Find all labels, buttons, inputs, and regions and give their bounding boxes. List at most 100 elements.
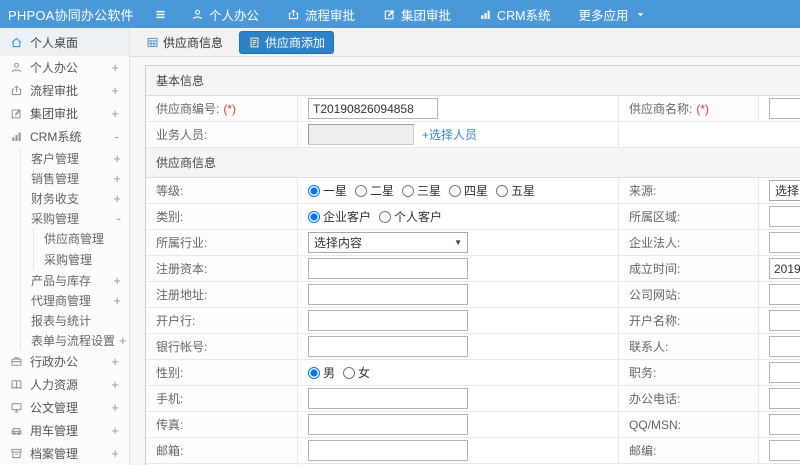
sidebar-item-5-6[interactable]: 代理商管理 + — [21, 290, 129, 310]
gender-radio-input-2[interactable] — [343, 366, 356, 379]
sidebar-item-5-5[interactable]: 产品与库存 + — [21, 270, 129, 290]
sidebar-item-3[interactable]: 流程审批 + — [0, 79, 129, 102]
registered-capital-field-cell — [297, 256, 618, 281]
sidebar-item-6[interactable]: 行政办公 + — [0, 350, 129, 373]
sidebar-item-label: 采购管理 — [44, 253, 93, 267]
field-label-text: 所属行业: — [156, 236, 208, 250]
gender-radio-input-1[interactable] — [308, 366, 320, 379]
topnav-item-1[interactable]: 个人办公 — [191, 5, 259, 24]
sidebar-item-label: 产品与库存 — [31, 273, 92, 288]
select-person-link[interactable]: +选择人员 — [422, 126, 477, 143]
zip-code-field-cell — [758, 438, 800, 463]
position-input[interactable] — [769, 362, 800, 383]
form-row: 邮箱: 邮编: — [146, 438, 800, 464]
category-radio-option-2[interactable]: 个人客户 — [379, 208, 442, 225]
sidebar-item-5-1[interactable]: 客户管理 + — [21, 148, 129, 168]
topnav-item-2[interactable]: 流程审批 — [287, 5, 355, 24]
sidebar-item-label: 个人办公 — [30, 61, 79, 75]
collapse-minus-icon: - — [116, 210, 121, 226]
field-label-text: 传真: — [156, 418, 184, 432]
sidebar-item-5-4-1[interactable]: 供应商管理 — [34, 228, 129, 249]
expand-plus-icon: + — [113, 272, 121, 288]
sidebar-item-10[interactable]: 档案管理 + — [0, 442, 129, 465]
sidebar-item-5-4-2[interactable]: 采购管理 — [34, 249, 129, 270]
gender-field-cell: 男女 — [297, 360, 618, 385]
bank-input[interactable] — [308, 310, 468, 331]
level-radio-input-4[interactable] — [449, 184, 462, 197]
level-radio-input-3[interactable] — [402, 184, 415, 197]
category-radio-input-2[interactable] — [379, 210, 392, 223]
mobile-input[interactable] — [308, 388, 468, 409]
sidebar-item-5-7[interactable]: 报表与统计 — [21, 310, 129, 330]
monitor-icon — [10, 401, 23, 414]
business-staff-label: 业务人员: — [146, 122, 297, 147]
expand-plus-icon: + — [113, 190, 121, 206]
office-phone-input[interactable] — [769, 388, 800, 409]
sidebar-item-5-3[interactable]: 财务收支 + — [21, 188, 129, 208]
tab-2[interactable]: 供应商添加 — [239, 30, 335, 54]
sidebar-toggle-button[interactable] — [154, 8, 167, 21]
level-radio-input-1[interactable] — [308, 184, 320, 197]
zip-code-input[interactable] — [769, 440, 800, 461]
mobile-label: 手机: — [146, 386, 297, 411]
gender-radio-option-1[interactable]: 男 — [308, 364, 335, 381]
sidebar-item-label: 集团审批 — [30, 107, 79, 121]
category-radio-option-1[interactable]: 企业客户 — [308, 208, 371, 225]
sidebar-item-9[interactable]: 用车管理 + — [0, 419, 129, 442]
sidebar-item-4[interactable]: 集团审批 + — [0, 102, 129, 125]
level-radio-option-2[interactable]: 二星 — [355, 182, 394, 199]
category-radio-input-1[interactable] — [308, 210, 320, 223]
sidebar-item-5-8[interactable]: 表单与流程设置 + — [21, 330, 129, 350]
app-logo: PHPOA协同办公软件 — [8, 7, 134, 23]
founded-time-input[interactable] — [769, 258, 800, 279]
supplier-code-input[interactable] — [308, 98, 438, 119]
sidebar-submenu: 供应商管理采购管理 — [33, 228, 129, 270]
legal-person-input[interactable] — [769, 232, 800, 253]
office-phone-label: 办公电话: — [618, 386, 758, 411]
field-label-text: 开户名称: — [629, 314, 681, 328]
email-input[interactable] — [308, 440, 468, 461]
region-input[interactable] — [769, 206, 800, 227]
level-radio-option-5[interactable]: 五星 — [496, 182, 535, 199]
level-radio-option-4[interactable]: 四星 — [449, 182, 488, 199]
sidebar-item-8[interactable]: 公文管理 + — [0, 396, 129, 419]
level-radio-option-3[interactable]: 三星 — [402, 182, 441, 199]
sidebar-item-label: 流程审批 — [30, 84, 79, 98]
contact-input[interactable] — [769, 336, 800, 357]
region-field-cell — [758, 204, 800, 229]
qq-msn-input[interactable] — [769, 414, 800, 435]
registered-capital-input[interactable] — [308, 258, 468, 279]
industry-select[interactable]: 选择内容 ▼ — [308, 232, 468, 253]
sidebar-item-5[interactable]: CRM系统 - — [0, 125, 129, 148]
sidebar-item-1[interactable]: 个人桌面 — [0, 28, 129, 56]
level-radio-option-1[interactable]: 一星 — [308, 182, 347, 199]
gender-radio-option-2[interactable]: 女 — [343, 364, 370, 381]
sidebar-item-5-2[interactable]: 销售管理 + — [21, 168, 129, 188]
level-radio-input-5[interactable] — [496, 184, 509, 197]
business-staff-input[interactable] — [308, 124, 414, 145]
company-website-input[interactable] — [769, 284, 800, 305]
sidebar-item-label: 档案管理 — [30, 447, 79, 461]
bank-account-input[interactable] — [308, 336, 468, 357]
topnav-item-4[interactable]: CRM系统 — [479, 5, 551, 24]
sidebar-item-2[interactable]: 个人办公 + — [0, 56, 129, 79]
home-icon — [10, 36, 23, 49]
registered-address-input[interactable] — [308, 284, 468, 305]
fax-input[interactable] — [308, 414, 468, 435]
chart-icon — [479, 8, 492, 21]
level-radio-input-2[interactable] — [355, 184, 368, 197]
source-select[interactable]: 选择内容▼ — [769, 180, 800, 201]
sidebar-item-7[interactable]: 人力资源 + — [0, 373, 129, 396]
sidebar-item-5-4[interactable]: 采购管理 - — [21, 208, 129, 228]
tab-1[interactable]: 供应商信息 — [138, 31, 231, 54]
collapse-minus-icon: - — [114, 129, 119, 144]
topnav-item-3[interactable]: 集团审批 — [383, 5, 451, 24]
topnav-item-5[interactable]: 更多应用 — [579, 5, 647, 24]
supplier-name-input[interactable] — [769, 98, 800, 119]
account-name-input[interactable] — [769, 310, 800, 331]
form-row: 性别: 男女职务: — [146, 360, 800, 386]
source-label: 来源: — [618, 178, 758, 203]
sidebar-item-label: 公文管理 — [30, 401, 79, 415]
form-row: 开户行: 开户名称: — [146, 308, 800, 334]
form-row: 银行帐号: 联系人: — [146, 334, 800, 360]
